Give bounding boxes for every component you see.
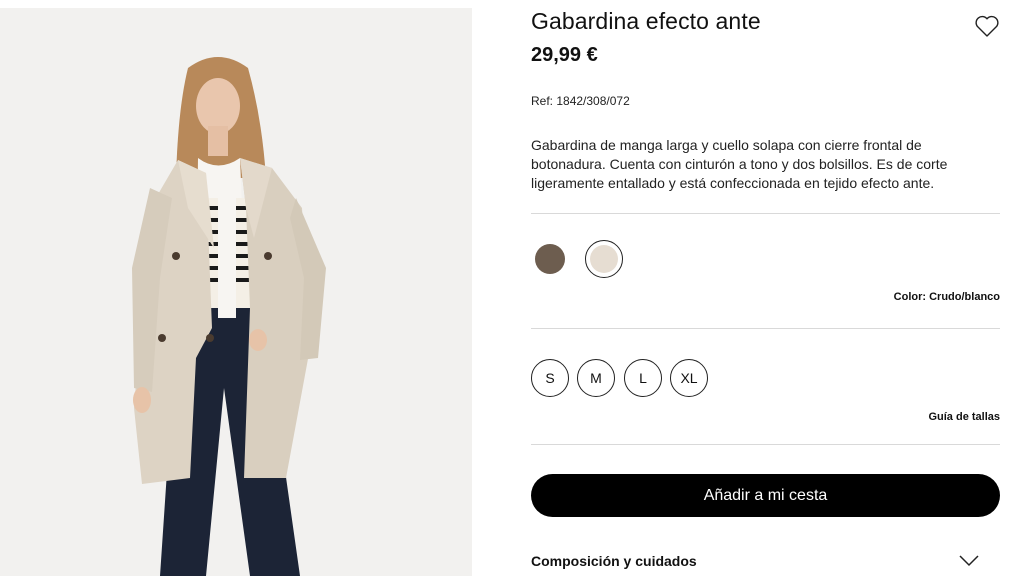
product-reference: Ref: 1842/308/072 — [531, 94, 630, 108]
add-to-cart-button[interactable]: Añadir a mi cesta — [531, 474, 1000, 517]
color-dot — [589, 244, 618, 273]
chevron-down-icon[interactable] — [959, 553, 979, 567]
size-option-s[interactable]: S — [531, 359, 569, 397]
product-title: Gabardina efecto ante — [531, 8, 761, 34]
product-description: Gabardina de manga larga y cuello solapa… — [531, 137, 948, 191]
size-option-l[interactable]: L — [624, 359, 662, 397]
divider — [531, 328, 1000, 329]
product-info-panel: Gabardina efecto ante 29,99 € Ref: 1842/… — [531, 0, 1001, 576]
color-swatch-brown[interactable] — [531, 240, 569, 278]
composition-care-toggle[interactable]: Composición y cuidados — [531, 553, 697, 569]
divider — [531, 444, 1000, 445]
size-option-m[interactable]: M — [577, 359, 615, 397]
product-image[interactable] — [0, 8, 472, 576]
divider — [531, 213, 1000, 214]
size-guide-link[interactable]: Guía de tallas — [928, 411, 1000, 423]
selected-color-label: Color: Crudo/blanco — [893, 291, 1000, 303]
product-price: 29,99 € — [531, 44, 598, 66]
color-dot — [535, 244, 565, 274]
size-option-xl[interactable]: XL — [670, 359, 708, 397]
heart-outline-icon[interactable] — [973, 12, 1001, 40]
color-swatch-cream-selected[interactable] — [585, 240, 623, 278]
